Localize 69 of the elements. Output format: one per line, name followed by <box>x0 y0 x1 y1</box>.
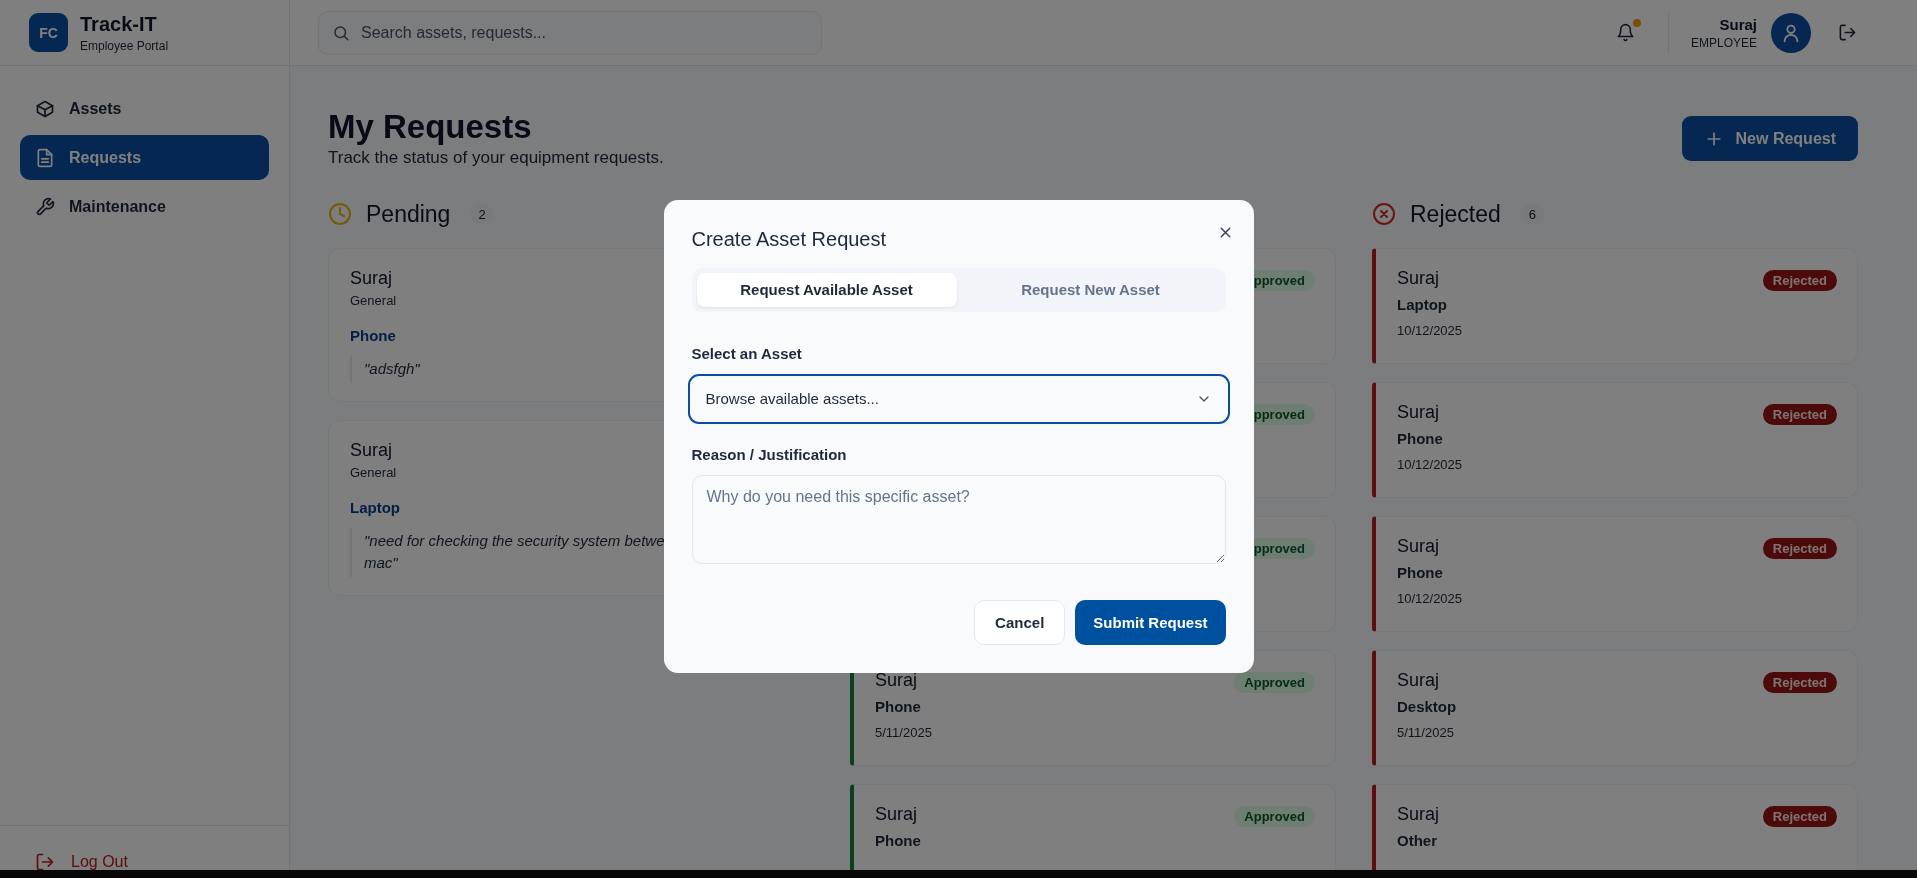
sidebar-item[interactable]: Maintenance <box>20 184 269 229</box>
new-request-button[interactable]: New Request <box>1681 116 1858 161</box>
status-badge: Rejected <box>1762 806 1837 827</box>
requester-name: Suraj <box>875 804 919 825</box>
user-name: Suraj <box>1718 15 1757 33</box>
request-date: 5/11/2025 <box>1397 725 1455 740</box>
logout-link[interactable]: Log Out <box>35 852 254 870</box>
requester-name: Suraj <box>1397 268 1441 289</box>
field-label: Select an Asset <box>691 344 803 362</box>
asset-type: Phone <box>875 698 922 715</box>
asset-type: Phone <box>350 327 397 344</box>
column-title: Pending <box>366 200 451 228</box>
notification-bell-icon[interactable] <box>1615 23 1635 42</box>
x-circle-icon <box>1372 202 1396 226</box>
user-role: EMPLOYEE <box>1690 35 1757 50</box>
requester-name: Suraj <box>350 439 394 461</box>
sidebar-item[interactable]: Assets <box>20 86 269 131</box>
requester-name: Suraj <box>1397 402 1441 423</box>
request-note: "adsfgh" <box>350 356 420 383</box>
request-date: 10/12/2025 <box>1397 457 1463 472</box>
asset-type: Phone <box>1397 564 1444 581</box>
asset-type: Phone <box>1397 430 1444 447</box>
clock-icon <box>328 202 352 226</box>
status-badge: Approved <box>1234 806 1315 827</box>
logout-icon <box>35 852 55 870</box>
status-badge: Rejected <box>1762 672 1837 693</box>
status-badge: Rejected <box>1762 404 1837 425</box>
app-name: Track-IT <box>80 12 158 36</box>
count-badge: 6 <box>1520 203 1544 225</box>
requester-name: Suraj <box>1397 670 1441 691</box>
sidebar-item[interactable]: Requests <box>20 135 269 180</box>
page-subtitle: Track the status of your equipment requests. <box>328 148 664 168</box>
requester-name: Suraj <box>350 268 394 289</box>
department: General <box>350 464 398 480</box>
status-badge: Rejected <box>1762 270 1837 291</box>
app-subtitle: Employee Portal <box>80 38 169 53</box>
search-icon <box>332 23 350 42</box>
status-badge: Rejected <box>1762 538 1837 559</box>
tab[interactable]: Request Available Asset <box>696 272 957 307</box>
cancel-button[interactable]: Cancel <box>974 599 1066 645</box>
document-icon <box>35 147 55 168</box>
asset-type: Phone <box>875 832 921 849</box>
status-badge: Approved <box>1234 672 1315 693</box>
asset-type: Laptop <box>1397 296 1448 313</box>
requester-name: Suraj <box>1397 804 1440 825</box>
search-field[interactable]: Search assets, requests... <box>318 10 822 55</box>
column-title: Rejected <box>1410 200 1501 228</box>
tab[interactable]: Request New Asset <box>960 272 1221 307</box>
reason-field[interactable]: Why do you need this specific asset? <box>691 474 1226 564</box>
request-date: 10/12/2025 <box>1397 323 1463 338</box>
requester-name: Suraj <box>875 670 919 691</box>
page-title: My Requests <box>328 108 533 146</box>
asset-type: Desktop <box>1397 698 1457 715</box>
wrench-icon <box>35 196 55 217</box>
request-date: 10/12/2025 <box>1397 591 1463 606</box>
box-icon <box>35 98 55 119</box>
count-badge: 2 <box>470 203 494 225</box>
asset-select[interactable]: Browse available assets... <box>687 373 1230 424</box>
request-date: 5/11/2025 <box>875 725 932 740</box>
avatar[interactable] <box>1771 12 1811 53</box>
logout-icon[interactable] <box>1838 23 1857 42</box>
asset-type: Laptop <box>350 498 401 516</box>
dialog-title: Create Asset Request <box>691 227 887 251</box>
department: General <box>350 293 398 308</box>
submit-button[interactable]: Submit Request <box>1075 599 1226 645</box>
asset-type: Other <box>1397 832 1438 849</box>
app-logo: FC <box>29 13 68 52</box>
field-label: Reason / Justification <box>691 445 848 463</box>
requester-name: Suraj <box>1397 536 1441 557</box>
